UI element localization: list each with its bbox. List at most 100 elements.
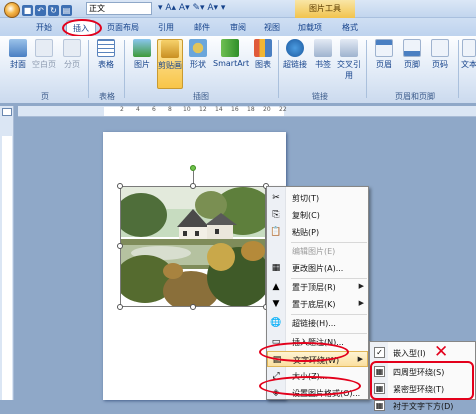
ruler-number: 12	[199, 106, 207, 113]
resize-handle[interactable]	[190, 304, 196, 310]
ruler-number: 18	[247, 106, 255, 113]
footer-button[interactable]: 页脚	[400, 39, 424, 70]
menu-item-send-to-back[interactable]: ▼ 置于底层(K) ▶	[267, 296, 368, 312]
selected-picture[interactable]	[120, 186, 266, 307]
group-separator	[278, 40, 279, 98]
resize-handle[interactable]	[117, 183, 123, 189]
ruler-number: 8	[168, 106, 172, 113]
save-icon[interactable]: ■	[22, 4, 33, 16]
ribbon: 封面 空白页 分页 表格 图片 剪贴画 形状 SmartArt 图表 超链接 书…	[0, 36, 476, 104]
menu-item-cut[interactable]: ✂ 剪切(T)	[267, 190, 368, 206]
tab-view[interactable]: 视图	[258, 20, 286, 35]
format-picture-highlight	[259, 376, 361, 396]
menu-item-paste[interactable]: 📋 粘贴(P)	[267, 224, 368, 240]
vertical-ruler	[0, 106, 14, 400]
clip-art-button[interactable]: 剪贴画	[157, 39, 183, 89]
page-number-icon	[431, 39, 449, 57]
check-icon: ✓	[374, 347, 385, 358]
submenu-arrow-icon: ▶	[358, 299, 364, 307]
cover-page-button[interactable]: 封面	[6, 39, 30, 70]
header-button[interactable]: 页眉	[372, 39, 396, 70]
group-label-illustrations: 插图	[193, 92, 209, 101]
submenu-item-inline[interactable]: ✓ 嵌入型(I)	[370, 345, 475, 361]
submenu-arrow-icon: ▶	[357, 355, 363, 363]
menu-item-copy[interactable]: ⎘ 复制(C)	[267, 207, 368, 223]
group-label-tables: 表格	[99, 92, 115, 101]
ruler-number: 4	[136, 106, 140, 113]
smartart-icon	[221, 39, 239, 57]
blank-page-icon	[35, 39, 53, 57]
picture-icon	[133, 39, 151, 57]
context-menu: ✂ 剪切(T) ⎘ 复制(C) 📋 粘贴(P) 编辑图片(E) ▦ 更改图片(A)...…	[266, 186, 369, 400]
group-label-links: 链接	[312, 92, 328, 101]
shapes-button[interactable]: 形状	[186, 39, 210, 70]
redo-icon[interactable]: ↻	[48, 4, 59, 16]
group-separator	[88, 40, 89, 98]
table-icon	[97, 39, 115, 57]
chart-button[interactable]: 图表	[251, 39, 275, 70]
group-label-header-footer: 页眉和页脚	[395, 92, 435, 101]
ruler-number: 14	[215, 106, 223, 113]
text-button[interactable]: 文本	[460, 39, 476, 70]
picture-button[interactable]: 图片	[130, 39, 154, 70]
bring-front-icon: ▲	[272, 282, 280, 292]
font-format-icons[interactable]: ▾ A▴ A▾ ✎▾ A▾ ▾	[158, 3, 225, 13]
landscape-image	[121, 187, 265, 306]
menu-item-edit-picture: 编辑图片(E)	[292, 247, 336, 256]
horizontal-ruler: 2 4 6 8 10 12 14 16 18 20 22	[18, 106, 476, 117]
group-separator	[366, 40, 367, 98]
ruler-number: 2	[120, 106, 124, 113]
chart-icon	[254, 39, 272, 57]
print-icon[interactable]: ▤	[61, 4, 72, 16]
page-break-button[interactable]: 分页	[60, 39, 84, 70]
red-x-mark-icon: ✕	[434, 342, 449, 362]
insert-tab-highlight	[62, 19, 102, 37]
cross-reference-button[interactable]: 交叉引用	[337, 39, 361, 81]
change-picture-icon: ▦	[271, 263, 281, 273]
send-back-icon: ▼	[272, 299, 280, 309]
rotate-handle[interactable]	[190, 165, 196, 171]
page-number-button[interactable]: 页码	[428, 39, 452, 70]
picture-tools-label: 图片工具	[295, 0, 355, 18]
style-dropdown[interactable]: 正文	[86, 2, 152, 15]
text-icon	[462, 39, 476, 57]
menu-item-bring-to-front[interactable]: ▲ 置于顶层(R) ▶	[267, 279, 368, 295]
header-icon	[375, 39, 393, 57]
copy-icon: ⎘	[272, 210, 280, 220]
undo-icon[interactable]: ↶	[35, 4, 46, 16]
text-wrapping-highlight	[259, 342, 349, 362]
smartart-button[interactable]: SmartArt	[213, 39, 249, 68]
resize-handle[interactable]	[117, 243, 123, 249]
resize-handle[interactable]	[190, 183, 196, 189]
menu-item-hyperlink[interactable]: 🌐 超链接(H)...	[267, 315, 368, 331]
tab-format[interactable]: 格式	[336, 20, 364, 35]
ruler-number: 22	[279, 106, 287, 113]
cut-icon: ✂	[272, 193, 280, 203]
group-label-pages: 页	[41, 92, 49, 101]
globe-icon: 🌐	[270, 318, 282, 328]
cover-page-icon	[9, 39, 27, 57]
quick-access-toolbar: ■ ↶ ↻ ▤	[4, 2, 72, 18]
bookmark-icon	[314, 39, 332, 57]
bookmark-button[interactable]: 书签	[311, 39, 335, 70]
paste-icon: 📋	[270, 227, 282, 237]
hyperlink-button[interactable]: 超链接	[282, 39, 308, 70]
ruler-toggle-button[interactable]	[2, 108, 12, 116]
behind-text-icon: ▦	[374, 400, 385, 411]
table-button[interactable]: 表格	[94, 39, 118, 70]
menu-item-change-picture[interactable]: ▦ 更改图片(A)...	[267, 260, 368, 276]
tab-references[interactable]: 引用	[152, 20, 180, 35]
resize-handle[interactable]	[117, 304, 123, 310]
tab-addins[interactable]: 加载项	[292, 20, 328, 35]
cross-reference-icon	[340, 39, 358, 57]
submenu-item-behind-text[interactable]: ▦ 衬于文字下方(D)	[370, 398, 475, 414]
tab-page-layout[interactable]: 页面布局	[103, 20, 143, 35]
office-button[interactable]	[4, 2, 20, 18]
tab-review[interactable]: 审阅	[224, 20, 252, 35]
wrap-options-highlight	[370, 361, 474, 400]
blank-page-button[interactable]: 空白页	[32, 39, 56, 70]
tab-home[interactable]: 开始	[30, 20, 58, 35]
tab-mailings[interactable]: 邮件	[188, 20, 216, 35]
submenu-arrow-icon: ▶	[358, 282, 364, 290]
title-bar: ■ ↶ ↻ ▤ 正文 ▾ A▴ A▾ ✎▾ A▾ ▾ 图片工具	[0, 0, 476, 18]
